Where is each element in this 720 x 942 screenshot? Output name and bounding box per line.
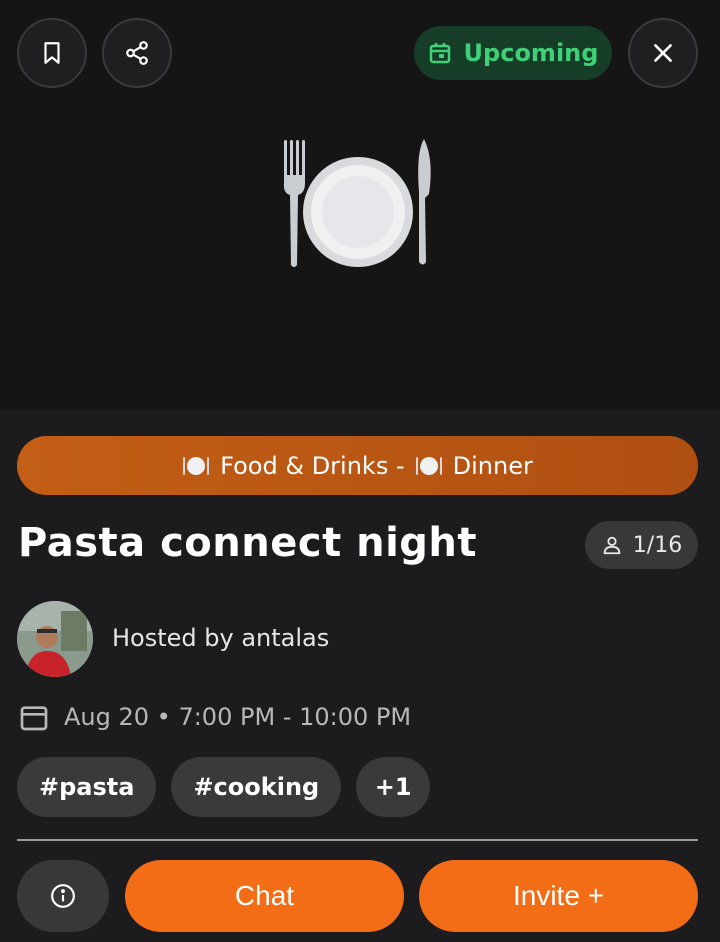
- host-text: Hosted by antalas: [112, 624, 330, 652]
- event-title: Pasta connect night: [18, 520, 478, 566]
- capacity-count: 1/16: [632, 532, 683, 558]
- calendar-icon: [20, 706, 48, 731]
- event-datetime: Aug 20 • 7:00 PM - 10:00 PM: [64, 703, 412, 731]
- chat-button[interactable]: Chat: [125, 860, 404, 932]
- calendar-icon: [429, 43, 450, 64]
- bookmark-button[interactable]: [17, 18, 87, 88]
- tag-pasta[interactable]: #pasta: [17, 757, 157, 817]
- capacity-badge[interactable]: 1/16: [585, 521, 698, 569]
- fork-knife-plate-icon: [283, 139, 431, 267]
- person-icon: [603, 536, 621, 555]
- bookmark-icon: [44, 42, 60, 64]
- info-icon: [51, 884, 75, 908]
- plate-icon: [415, 456, 442, 475]
- info-button[interactable]: [17, 860, 109, 932]
- subcategory-label: Dinner: [452, 451, 533, 480]
- category-bar[interactable]: Food & Drinks - Dinner: [17, 436, 698, 495]
- plate-icon: [183, 456, 210, 475]
- close-button[interactable]: [628, 18, 698, 88]
- share-button[interactable]: [102, 18, 172, 88]
- host-avatar[interactable]: [17, 601, 93, 677]
- share-icon: [126, 41, 148, 65]
- close-icon: [654, 44, 672, 62]
- tag-list: #pasta #cooking +1: [17, 757, 431, 817]
- status-badge: Upcoming: [414, 26, 612, 80]
- date-row: Aug 20 • 7:00 PM - 10:00 PM: [18, 701, 411, 733]
- divider: [17, 839, 698, 841]
- category-label: Food & Drinks -: [220, 451, 405, 480]
- tag-more[interactable]: +1: [356, 757, 431, 817]
- avatar-photo: [17, 601, 93, 677]
- tag-cooking[interactable]: #cooking: [171, 757, 342, 817]
- status-label: Upcoming: [463, 39, 599, 67]
- invite-button[interactable]: Invite +: [419, 860, 698, 932]
